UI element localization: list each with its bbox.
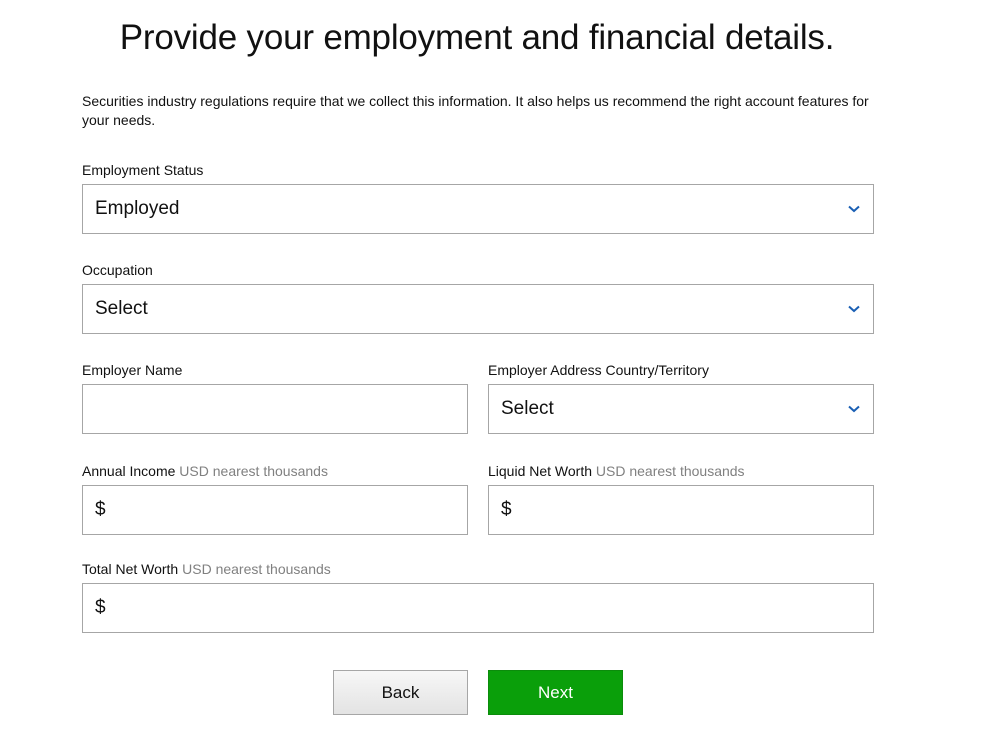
employment-status-select[interactable]: Employed: [82, 184, 874, 234]
back-button[interactable]: Back: [333, 670, 468, 715]
annual-income-hint: USD nearest thousands: [179, 463, 328, 479]
occupation-label-text: Occupation: [82, 262, 153, 278]
employment-status-value: Employed: [95, 198, 180, 219]
employer-country-label: Employer Address Country/Territory: [488, 361, 709, 379]
currency-prefix: $: [501, 499, 512, 520]
total-net-worth-label: Total Net Worth USD nearest thousands: [82, 560, 331, 578]
employment-status-label-text: Employment Status: [82, 162, 204, 178]
liquid-net-worth-label-text: Liquid Net Worth: [488, 463, 593, 479]
liquid-net-worth-hint: USD nearest thousands: [595, 463, 745, 479]
annual-income-input[interactable]: $: [82, 485, 468, 535]
employer-country-select[interactable]: Select: [488, 384, 874, 434]
occupation-select[interactable]: Select: [82, 284, 874, 334]
liquid-net-worth-label: Liquid Net Worth USD nearest thousands: [488, 462, 745, 480]
total-net-worth-label-text: Total Net Worth: [82, 561, 179, 577]
annual-income-label-text: Annual Income: [82, 463, 176, 479]
liquid-net-worth-input[interactable]: $: [488, 485, 874, 535]
employer-country-label-text: Employer Address Country/Territory: [488, 362, 709, 378]
total-net-worth-hint: USD nearest thousands: [182, 561, 331, 577]
employer-country-value: Select: [501, 398, 554, 419]
currency-prefix: $: [95, 499, 106, 520]
occupation-label: Occupation: [82, 261, 153, 279]
currency-prefix: $: [95, 597, 106, 618]
employer-name-label: Employer Name: [82, 361, 182, 379]
next-button[interactable]: Next: [488, 670, 623, 715]
total-net-worth-input[interactable]: $: [82, 583, 874, 633]
chevron-down-icon: [847, 302, 861, 316]
intro-text: Securities industry regulations require …: [82, 93, 869, 128]
employer-name-input[interactable]: [82, 384, 468, 434]
occupation-value: Select: [95, 298, 148, 319]
annual-income-label: Annual Income USD nearest thousands: [82, 462, 328, 480]
employer-name-label-text: Employer Name: [82, 362, 183, 378]
chevron-down-icon: [847, 202, 861, 216]
page-title: Provide your employment and financial de…: [119, 18, 835, 57]
page: Provide your employment and financial de…: [0, 0, 984, 739]
chevron-down-icon: [847, 402, 861, 416]
employment-status-label: Employment Status: [82, 161, 203, 179]
